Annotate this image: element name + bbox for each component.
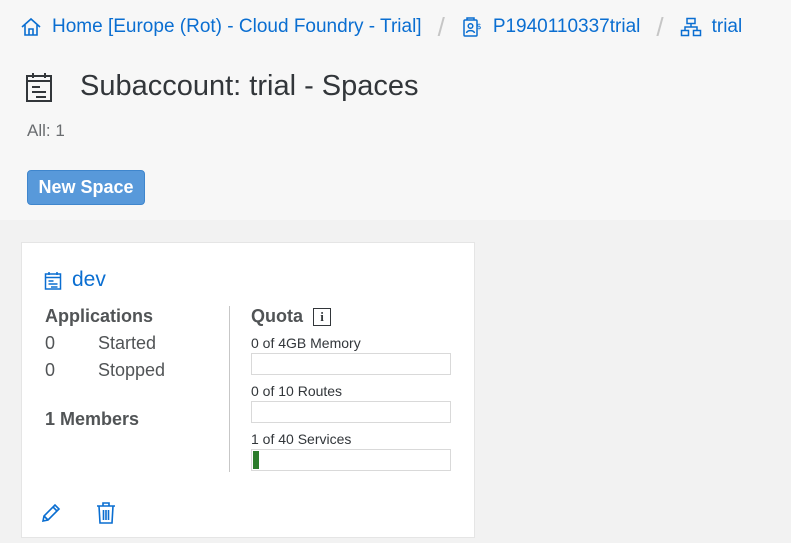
- quota-header: Quota i: [251, 306, 451, 327]
- applications-heading: Applications: [45, 306, 154, 326]
- stopped-row: 0 Stopped: [45, 360, 165, 381]
- services-quota-bar: [251, 449, 451, 471]
- routes-quota-bar: [251, 401, 451, 423]
- services-quota-label: 1 of 40 Services: [251, 431, 352, 447]
- started-label: Started: [98, 333, 157, 353]
- stopped-label: Stopped: [98, 360, 166, 380]
- global-account-icon: $: [463, 17, 481, 37]
- space-icon: [44, 271, 62, 290]
- members-link[interactable]: 1 Members: [45, 409, 139, 430]
- page-title: Subaccount: trial - Spaces: [80, 70, 419, 102]
- pencil-icon: [41, 503, 61, 523]
- space-tile: dev Applications 0 Started 0 Stopped 1 M…: [21, 242, 475, 538]
- stopped-count: 0: [45, 360, 56, 380]
- page-header: Home [Europe (Rot) - Cloud Foundry - Tri…: [0, 0, 791, 220]
- started-count: 0: [45, 333, 56, 353]
- breadcrumb-home-label: Home [Europe (Rot) - Cloud Foundry - Tri…: [52, 16, 422, 37]
- svg-text:$: $: [476, 22, 481, 31]
- quota-section: Quota i 0 of 4GB Memory 0 of 10 Routes 1…: [251, 306, 451, 471]
- started-row: 0 Started: [45, 333, 165, 354]
- breadcrumb-subaccount[interactable]: trial: [680, 16, 743, 38]
- breadcrumb-home[interactable]: Home [Europe (Rot) - Cloud Foundry - Tri…: [20, 16, 422, 38]
- tile-actions: [40, 501, 117, 525]
- memory-quota-bar: [251, 353, 451, 375]
- home-icon: [21, 17, 41, 36]
- spaces-icon: [26, 72, 52, 102]
- quota-heading: Quota: [251, 306, 303, 326]
- title-row: Subaccount: trial - Spaces: [24, 70, 419, 103]
- memory-quota-label: 0 of 4GB Memory: [251, 335, 361, 351]
- breadcrumb-global-account[interactable]: $ P1940110337trial: [461, 16, 641, 38]
- info-icon[interactable]: i: [313, 307, 331, 326]
- applications-section: Applications 0 Started 0 Stopped: [45, 306, 165, 381]
- services-quota-fill: [253, 451, 259, 469]
- breadcrumb: Home [Europe (Rot) - Cloud Foundry - Tri…: [20, 11, 743, 42]
- space-title-link[interactable]: dev: [44, 268, 106, 292]
- delete-button[interactable]: [95, 501, 117, 525]
- trash-icon: [97, 502, 115, 524]
- routes-quota-label: 0 of 10 Routes: [251, 383, 343, 399]
- edit-button[interactable]: [40, 502, 62, 524]
- breadcrumb-global-account-label: P1940110337trial: [492, 16, 641, 37]
- breadcrumb-subaccount-label: trial: [711, 16, 743, 37]
- new-space-button[interactable]: New Space: [27, 170, 145, 205]
- space-name: dev: [72, 268, 106, 291]
- hierarchy-icon: [680, 17, 701, 37]
- breadcrumb-separator: /: [437, 11, 445, 42]
- item-count: All: 1: [27, 121, 65, 140]
- breadcrumb-separator: /: [656, 11, 664, 42]
- section-divider: [229, 306, 230, 472]
